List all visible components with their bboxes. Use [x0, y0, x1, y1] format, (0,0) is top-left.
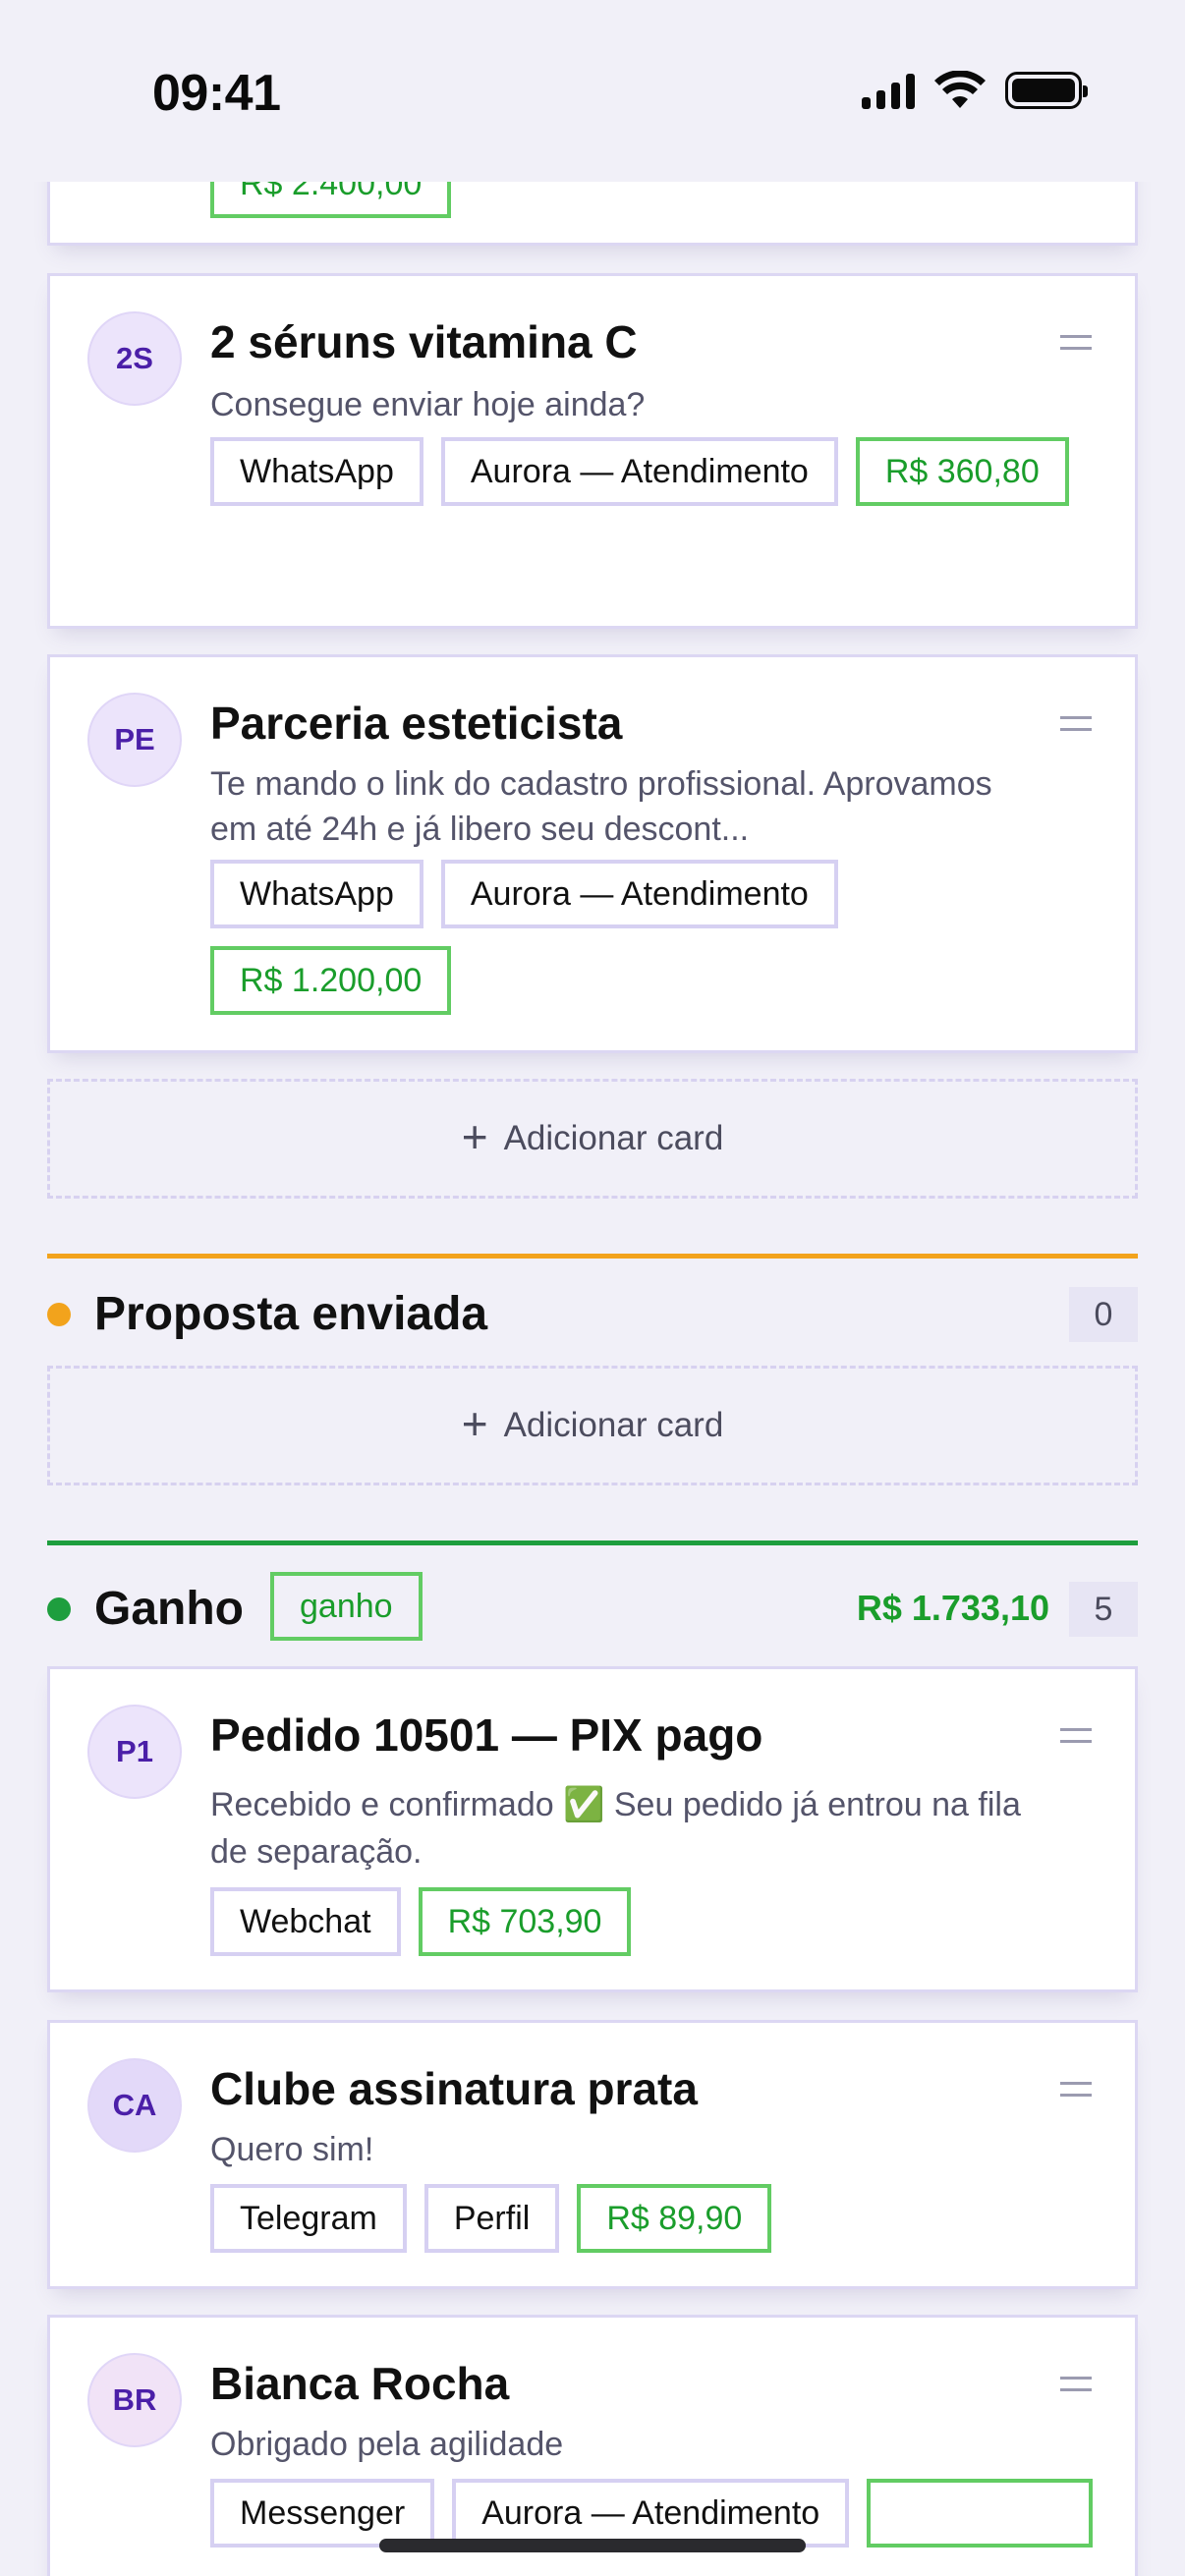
- card-subtitle: Consegue enviar hoje ainda?: [210, 386, 646, 423]
- avatar: PE: [87, 693, 182, 787]
- channel-chip: WhatsApp: [210, 437, 423, 506]
- drag-handle-icon[interactable]: [1060, 1728, 1092, 1743]
- card-subtitle: Quero sim!: [210, 2131, 374, 2168]
- drag-handle-icon[interactable]: [1060, 335, 1092, 350]
- card-title: Pedido 10501 — PIX pago: [210, 1709, 763, 1761]
- avatar: BR: [87, 2353, 182, 2447]
- card-2-seruns[interactable]: 2S 2 séruns vitamina C Consegue enviar h…: [47, 273, 1138, 629]
- card-pedido-10501[interactable]: P1 Pedido 10501 — PIX pago Recebido e co…: [47, 1666, 1138, 1992]
- column-count: 5: [1069, 1582, 1138, 1637]
- value-chip: R$ 1.200,00: [210, 946, 452, 1015]
- channel-chip: Messenger: [210, 2479, 435, 2548]
- drag-handle-icon[interactable]: [1060, 2082, 1092, 2097]
- status-icons: [862, 71, 1088, 110]
- status-time: 09:41: [152, 65, 281, 122]
- card-subtitle: Recebido e confirmado ✅ Seu pedido já en…: [210, 1786, 1021, 1871]
- drag-handle-icon[interactable]: [1060, 2377, 1092, 2391]
- avatar: P1: [87, 1705, 182, 1799]
- agent-chip: Aurora — Atendimento: [440, 860, 838, 928]
- card-bianca-rocha[interactable]: BR Bianca Rocha Obrigado pela agilidade …: [47, 2315, 1138, 2576]
- card-chips: WhatsApp Aurora — Atendimento R$ 1.200,0…: [210, 860, 1095, 1015]
- agent-chip: Aurora — Atendimento: [452, 2479, 850, 2548]
- card-subtitle: Obrigado pela agilidade: [210, 2426, 564, 2463]
- channel-chip: WhatsApp: [210, 860, 423, 928]
- channel-chip: Telegram: [210, 2184, 407, 2253]
- kanban-board: R$ 2.400,00 2S 2 séruns vitamina C Conse…: [0, 0, 1185, 2576]
- cellular-signal-icon: [862, 72, 915, 109]
- value-chip: [867, 2479, 1094, 2548]
- add-card-button[interactable]: + Adicionar card: [47, 1079, 1138, 1199]
- card-subtitle: Te mando o link do cadastro profissional…: [210, 765, 992, 848]
- card-clube-assinatura[interactable]: CA Clube assinatura prata Quero sim! Tel…: [47, 2020, 1138, 2289]
- channel-chip: Webchat: [210, 1887, 401, 1956]
- column-divider: [47, 1540, 1138, 1545]
- card-chips: Telegram Perfil R$ 89,90: [210, 2184, 1095, 2253]
- column-title: Proposta enviada: [94, 1288, 488, 1340]
- column-count: 0: [1069, 1287, 1138, 1342]
- card-title: Bianca Rocha: [210, 2358, 510, 2409]
- add-card-label: Adicionar card: [503, 1119, 724, 1157]
- card-chips: WhatsApp Aurora — Atendimento R$ 360,80: [210, 437, 1095, 506]
- card-title: Parceria esteticista: [210, 698, 623, 749]
- column-tag: ganho: [270, 1572, 423, 1641]
- value-chip: R$ 360,80: [855, 437, 1069, 506]
- card-parceria-esteticista[interactable]: PE Parceria esteticista Te mando o link …: [47, 654, 1138, 1053]
- drag-handle-icon[interactable]: [1060, 716, 1092, 731]
- card-title: Clube assinatura prata: [210, 2063, 698, 2114]
- column-header-proposta: Proposta enviada 0: [47, 1273, 1138, 1352]
- plus-icon: +: [461, 1111, 488, 1162]
- agent-chip: Aurora — Atendimento: [440, 437, 838, 506]
- status-dot-icon: [47, 1303, 71, 1326]
- home-indicator[interactable]: [379, 2539, 806, 2552]
- plus-icon: +: [461, 1398, 488, 1449]
- status-bar: 09:41: [0, 0, 1185, 182]
- card-chips: Messenger Aurora — Atendimento: [210, 2479, 1095, 2548]
- column-total: R$ 1.733,10: [856, 1588, 1049, 1628]
- avatar: 2S: [87, 311, 182, 406]
- wifi-icon: [934, 71, 986, 108]
- value-chip: R$ 703,90: [418, 1887, 632, 1956]
- add-card-label: Adicionar card: [503, 1406, 724, 1444]
- battery-icon: [1005, 72, 1088, 109]
- column-divider: [47, 1254, 1138, 1259]
- status-dot-icon: [47, 1597, 71, 1621]
- avatar: CA: [87, 2058, 182, 2153]
- value-chip: R$ 89,90: [577, 2184, 772, 2253]
- category-chip: Perfil: [423, 2184, 560, 2253]
- add-card-button[interactable]: + Adicionar card: [47, 1366, 1138, 1485]
- card-chips: Webchat R$ 703,90: [210, 1887, 1095, 1956]
- column-header-ganho: Ganho ganho R$ 1.733,10 5: [47, 1568, 1138, 1647]
- column-title: Ganho: [94, 1583, 244, 1635]
- card-title: 2 séruns vitamina C: [210, 316, 638, 367]
